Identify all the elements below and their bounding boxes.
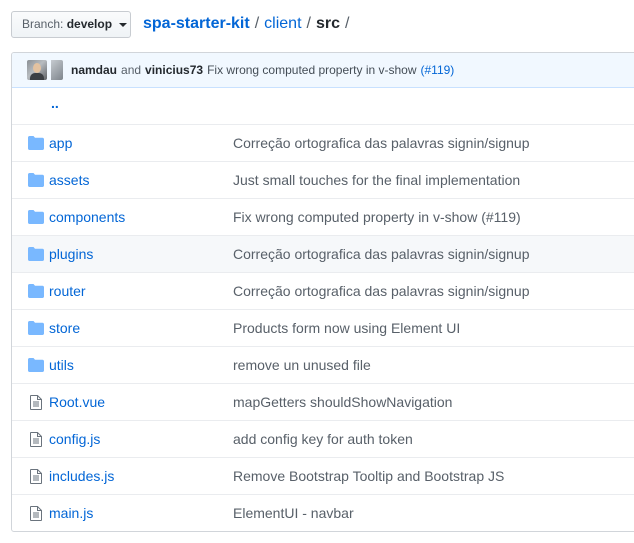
file-name-link[interactable]: utils <box>49 347 74 383</box>
file-name-link[interactable]: router <box>49 273 86 309</box>
commit-coauthor-link[interactable]: vinicius73 <box>145 63 203 77</box>
commit-author-connector: and <box>121 63 142 77</box>
file-name-link[interactable]: config.js <box>49 421 100 457</box>
file-name-link[interactable]: Root.vue <box>49 384 105 420</box>
commit-message-link[interactable]: Remove Bootstrap Tooltip and Bootstrap J… <box>233 458 504 494</box>
file-name-link[interactable]: store <box>49 310 80 346</box>
parent-directory-row[interactable]: .. <box>12 88 634 124</box>
file-list-panel: namdau and vinicius73 Fix wrong computed… <box>11 52 634 532</box>
commit-message-link[interactable]: Products form now using Element UI <box>233 310 460 346</box>
file-row[interactable]: assets Just small touches for the final i… <box>12 161 634 198</box>
avatar[interactable] <box>51 60 63 80</box>
commit-message-link[interactable]: Correção ortografica das palavras signin… <box>233 236 530 272</box>
file-row[interactable]: plugins Correção ortografica das palavras… <box>12 235 634 272</box>
commit-message-link[interactable]: remove un unused file <box>233 347 371 383</box>
breadcrumb-repo-link[interactable]: spa-starter-kit <box>143 15 250 32</box>
folder-icon <box>28 284 44 298</box>
folder-icon <box>28 173 44 187</box>
commit-message-link[interactable]: add config key for auth token <box>233 421 413 457</box>
commit-message-link[interactable]: Fix wrong computed property in v-show <box>207 63 416 77</box>
branch-label: Branch: <box>22 17 64 31</box>
caret-down-icon <box>119 22 128 27</box>
file-name-link[interactable]: plugins <box>49 236 93 272</box>
commit-message-link[interactable]: Just small touches for the final impleme… <box>233 162 520 198</box>
commit-pr-link[interactable]: (#119) <box>421 63 455 77</box>
breadcrumb-separator: / <box>254 15 260 32</box>
parent-directory-link[interactable]: .. <box>51 88 59 118</box>
file-icon <box>30 469 46 484</box>
avatar[interactable] <box>27 60 47 80</box>
file-icon <box>30 432 46 447</box>
folder-icon <box>28 247 44 261</box>
file-row[interactable]: app Correção ortografica das palavras sig… <box>12 124 634 161</box>
file-row[interactable]: router Correção ortografica das palavras … <box>12 272 634 309</box>
file-row[interactable]: includes.js Remove Bootstrap Tooltip and … <box>12 457 634 494</box>
folder-icon <box>28 321 44 335</box>
file-name-link[interactable]: main.js <box>49 495 93 531</box>
file-row[interactable]: config.js add config key for auth token <box>12 420 634 457</box>
commit-message-link[interactable]: Fix wrong computed property in v-show (#… <box>233 199 521 235</box>
breadcrumb-separator: / <box>345 15 350 32</box>
commit-message-link[interactable]: mapGetters shouldShowNavigation <box>233 384 452 420</box>
breadcrumb-separator: / <box>306 15 311 32</box>
folder-icon <box>28 358 44 372</box>
breadcrumb: spa-starter-kit / client / src / <box>143 13 349 35</box>
branch-name: develop <box>66 17 113 31</box>
breadcrumb-current: src <box>315 15 340 32</box>
commit-message-link[interactable]: Correção ortografica das palavras signin… <box>233 125 530 161</box>
file-name-link[interactable]: components <box>49 199 125 235</box>
file-row[interactable]: main.js ElementUI - navbar <box>12 494 634 531</box>
file-row[interactable]: Root.vue mapGetters shouldShowNavigation <box>12 383 634 420</box>
file-name-link[interactable]: includes.js <box>49 458 114 494</box>
file-icon <box>30 395 46 410</box>
file-icon <box>30 506 46 521</box>
file-navigation: Branch: develop spa-starter-kit / client / s… <box>0 0 634 50</box>
file-row[interactable]: utils remove un unused file <box>12 346 634 383</box>
commit-author-link[interactable]: namdau <box>71 63 117 77</box>
file-row[interactable]: store Products form now using Element UI <box>12 309 634 346</box>
folder-icon <box>28 136 44 150</box>
file-name-link[interactable]: app <box>49 125 72 161</box>
folder-icon <box>28 210 44 224</box>
file-row[interactable]: components Fix wrong computed property in… <box>12 198 634 235</box>
commit-message-link[interactable]: Correção ortografica das palavras signin… <box>233 273 530 309</box>
file-name-link[interactable]: assets <box>49 162 89 198</box>
commit-message-link[interactable]: ElementUI - navbar <box>233 495 354 531</box>
latest-commit-bar: namdau and vinicius73 Fix wrong computed… <box>12 53 634 88</box>
breadcrumb-client-link[interactable]: client <box>264 15 301 32</box>
branch-select-button[interactable]: Branch: develop <box>11 11 131 38</box>
